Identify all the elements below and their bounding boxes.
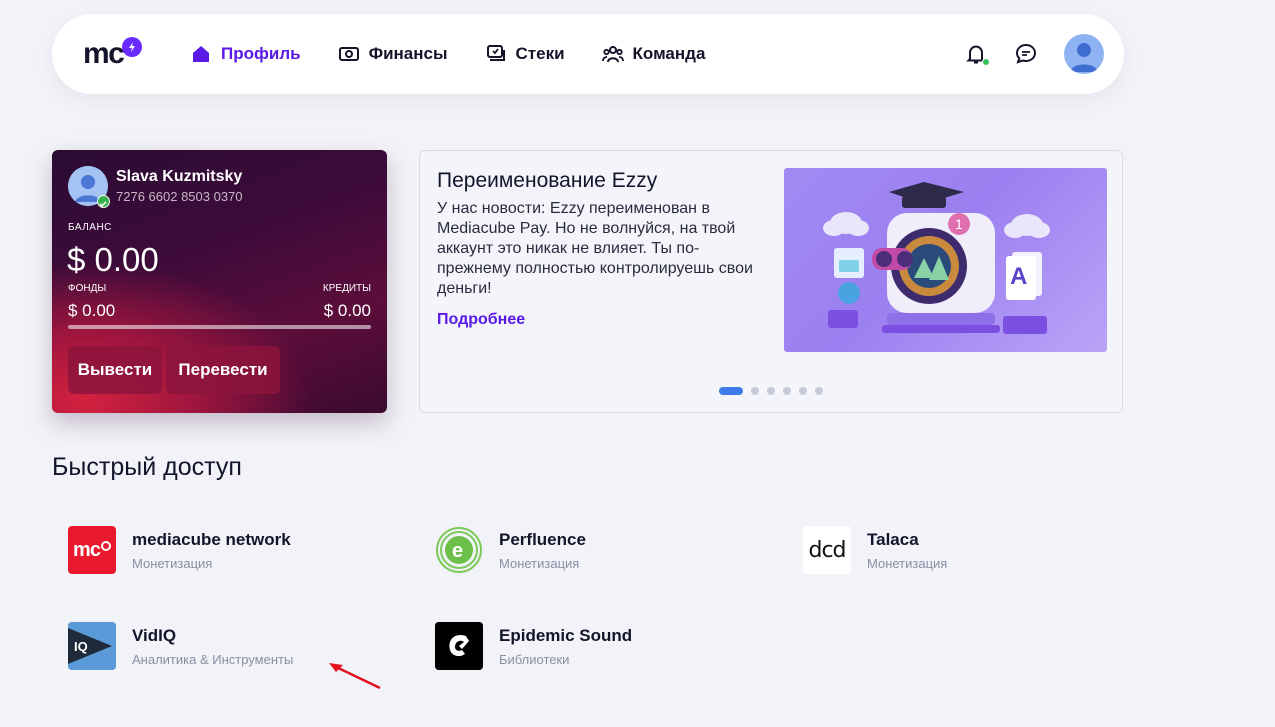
verified-icon — [97, 195, 110, 208]
withdraw-button[interactable]: Вывести — [68, 346, 162, 394]
carousel-dot[interactable] — [815, 387, 823, 395]
quick-access-item-name: VidIQ — [132, 625, 177, 645]
wallet-avatar — [68, 166, 110, 208]
user-silhouette-icon — [1070, 43, 1098, 72]
quick-access-item-epidemic-sound[interactable]: Epidemic Sound Библиотеки — [435, 622, 632, 670]
svg-text:IQ: IQ — [74, 639, 88, 654]
balance-value: $ 0.00 — [67, 241, 159, 278]
quick-access-item-name: Epidemic Sound — [499, 625, 633, 645]
transfer-button[interactable]: Перевести — [166, 346, 280, 394]
news-carousel: Переименование Ezzy У нас новости: Ezzy … — [419, 150, 1123, 413]
lightning-icon — [122, 37, 143, 57]
team-icon — [601, 46, 624, 63]
funds-value: $ 0.00 — [68, 301, 116, 320]
quick-access-item-name: Talaca — [867, 529, 919, 549]
quick-access-item-category: Монетизация — [132, 555, 213, 571]
vidiq-logo: IQ — [68, 622, 116, 670]
svg-text:1: 1 — [955, 216, 963, 232]
quick-access-item-name: mediacube network — [132, 529, 291, 549]
stack-icon — [486, 45, 505, 61]
quick-access-item-perfluence[interactable]: e Perfluence Монетизация — [435, 526, 586, 574]
money-icon — [338, 47, 359, 61]
carousel-dot[interactable] — [767, 387, 775, 395]
nav-item-profile[interactable]: Профиль — [190, 43, 301, 65]
news-text: У нас новости: Ezzy переименован в Media… — [437, 200, 753, 297]
epidemic-sound-logo — [435, 622, 483, 670]
quick-access-item-talaca[interactable]: dcd Talaca Монетизация — [803, 526, 947, 574]
nav-item-label: Стеки — [515, 44, 565, 63]
annotation-arrow — [329, 663, 381, 690]
user-avatar[interactable] — [1064, 34, 1104, 74]
news-title: Переименование Ezzy — [437, 169, 658, 192]
talaca-logo: dcd — [803, 526, 851, 574]
carousel-dot[interactable] — [783, 387, 791, 395]
nav-item-stacks[interactable]: Стеки — [485, 43, 565, 65]
quick-access-item-category: Аналитика & Инструменты — [132, 651, 294, 667]
credits-value: $ 0.00 — [323, 301, 371, 320]
logo-text: dcd — [808, 537, 846, 563]
mediacube-logo[interactable]: mc — [83, 37, 143, 70]
quick-access-item-category: Библиотеки — [499, 651, 570, 667]
carousel-dot[interactable] — [799, 387, 807, 395]
read-more-link[interactable]: Подробнее — [437, 311, 525, 329]
credits-label: КРЕДИТЫ — [322, 283, 371, 294]
header-actions — [964, 34, 1104, 74]
nav-item-label: Профиль — [221, 44, 301, 63]
notification-indicator — [982, 58, 990, 66]
wallet-card-number: 7276 6602 8503 0370 — [116, 189, 243, 204]
notifications-button[interactable] — [964, 42, 990, 66]
balance-label: БАЛАНС — [68, 222, 112, 233]
carousel-pagination — [719, 387, 831, 395]
mediacube-network-logo: mc — [68, 526, 116, 574]
balance-progress-bar — [68, 325, 371, 329]
nav-item-label: Команда — [632, 44, 706, 63]
top-navigation-bar: mc Профиль Финансы Стеки Команда — [52, 14, 1124, 94]
svg-text:e: e — [452, 540, 463, 562]
main-nav: Профиль Финансы Стеки Команда — [190, 14, 742, 94]
logo-text: mc — [73, 538, 101, 561]
nav-item-team[interactable]: Команда — [601, 43, 706, 65]
nav-item-label: Финансы — [368, 44, 448, 63]
quick-access-item-category: Монетизация — [499, 555, 580, 571]
logo-text: mc — [83, 37, 125, 70]
svg-text:A: A — [1010, 263, 1027, 290]
home-icon — [193, 46, 209, 62]
wallet-owner-name: Slava Kuzmitsky — [116, 168, 243, 185]
quick-access-item-mediacube-network[interactable]: mc mediacube network Монетизация — [68, 526, 291, 574]
news-illustration: 1 A — [784, 168, 1107, 352]
chat-icon — [1015, 43, 1037, 64]
messages-button[interactable] — [1014, 42, 1038, 66]
nav-item-finances[interactable]: Финансы — [338, 43, 448, 65]
quick-access-item-name: Perfluence — [499, 529, 586, 549]
quick-access-item-category: Монетизация — [867, 555, 948, 571]
carousel-dot[interactable] — [719, 387, 743, 395]
funds-label: ФОНДЫ — [68, 283, 107, 294]
quick-access-title: Быстрый доступ — [52, 453, 242, 481]
wallet-card: Slava Kuzmitsky 7276 6602 8503 0370 БАЛА… — [52, 150, 387, 413]
quick-access-item-vidiq[interactable]: IQ VidIQ Аналитика & Инструменты — [68, 622, 293, 670]
perfluence-logo: e — [435, 526, 483, 574]
carousel-dot[interactable] — [751, 387, 759, 395]
